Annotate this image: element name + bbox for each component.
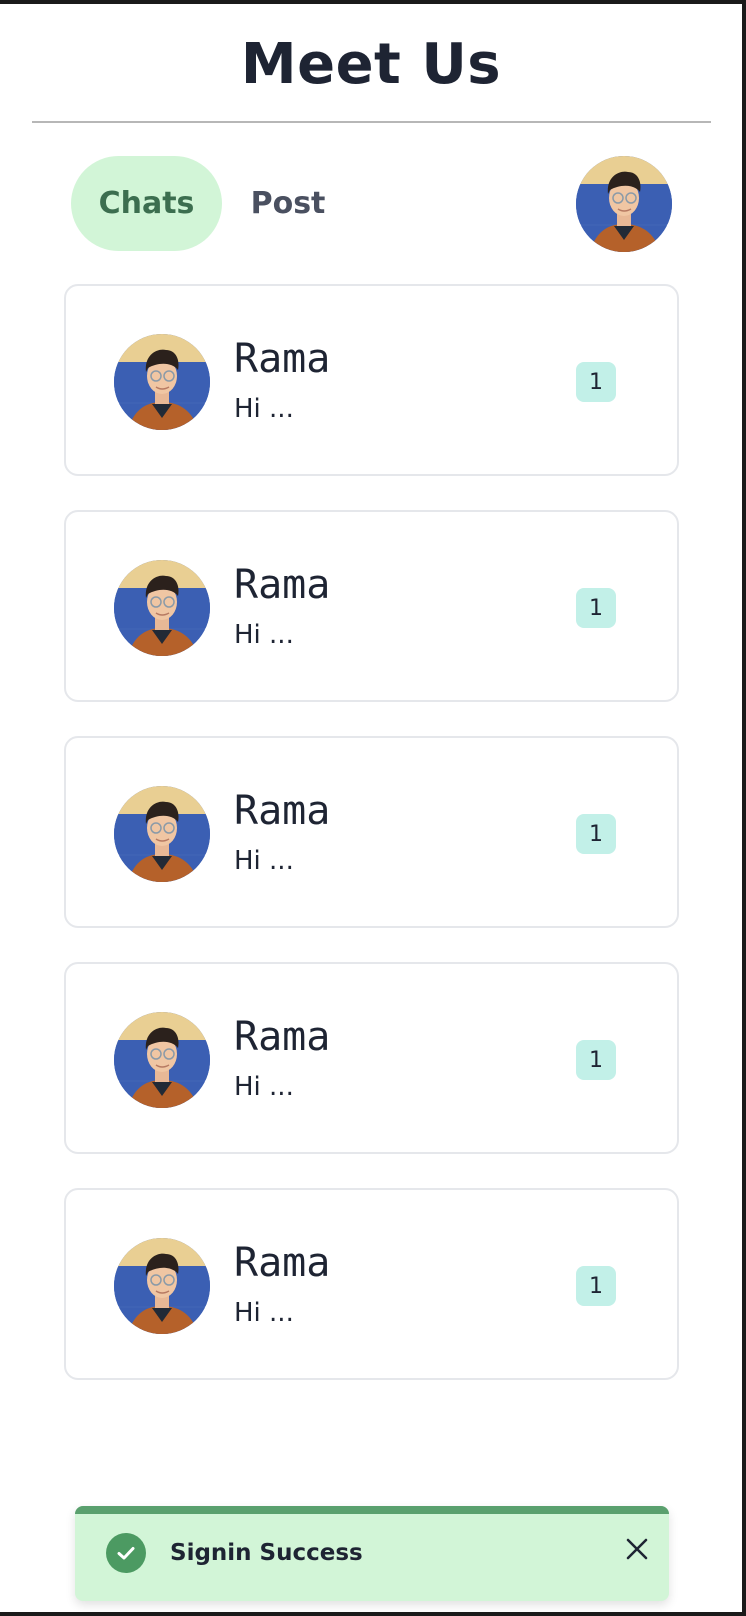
chat-name: Rama bbox=[234, 788, 331, 834]
unread-badge: 1 bbox=[576, 588, 616, 628]
tab-chats[interactable]: Chats bbox=[71, 156, 222, 251]
chat-name: Rama bbox=[234, 562, 331, 608]
chat-preview: Hi ... bbox=[234, 1072, 294, 1102]
chat-name: Rama bbox=[234, 1240, 331, 1286]
chat-avatar bbox=[114, 334, 210, 430]
chat-list-item[interactable]: Rama Hi ... 1 bbox=[64, 284, 679, 476]
close-icon[interactable] bbox=[622, 1534, 652, 1564]
page-title: Meet Us bbox=[240, 32, 502, 97]
header-divider bbox=[32, 121, 711, 123]
chat-name: Rama bbox=[234, 1014, 331, 1060]
chat-list-item[interactable]: Rama Hi ... 1 bbox=[64, 510, 679, 702]
chat-preview: Hi ... bbox=[234, 620, 294, 650]
profile-avatar[interactable] bbox=[576, 156, 672, 252]
chat-name: Rama bbox=[234, 336, 331, 382]
chat-preview: Hi ... bbox=[234, 1298, 294, 1328]
unread-badge: 1 bbox=[576, 362, 616, 402]
check-circle-icon bbox=[106, 1533, 146, 1573]
app-screen: Meet Us Chats Post Rama Hi ... 1 Rama Hi… bbox=[0, 0, 746, 1616]
chat-list-item[interactable]: Rama Hi ... 1 bbox=[64, 736, 679, 928]
toast-notification: Signin Success bbox=[75, 1506, 669, 1601]
profile-avatar-image bbox=[576, 156, 672, 252]
chat-avatar bbox=[114, 1238, 210, 1334]
chat-avatar bbox=[114, 560, 210, 656]
unread-badge: 1 bbox=[576, 1040, 616, 1080]
unread-badge: 1 bbox=[576, 814, 616, 854]
chat-avatar bbox=[114, 786, 210, 882]
chat-preview: Hi ... bbox=[234, 394, 294, 424]
toast-progress-bar bbox=[75, 1506, 669, 1514]
chat-list-item[interactable]: Rama Hi ... 1 bbox=[64, 1188, 679, 1380]
chat-preview: Hi ... bbox=[234, 846, 294, 876]
toast-message: Signin Success bbox=[170, 1540, 363, 1566]
unread-badge: 1 bbox=[576, 1266, 616, 1306]
tab-post[interactable]: Post bbox=[236, 156, 340, 251]
chat-avatar bbox=[114, 1012, 210, 1108]
chat-list-item[interactable]: Rama Hi ... 1 bbox=[64, 962, 679, 1154]
